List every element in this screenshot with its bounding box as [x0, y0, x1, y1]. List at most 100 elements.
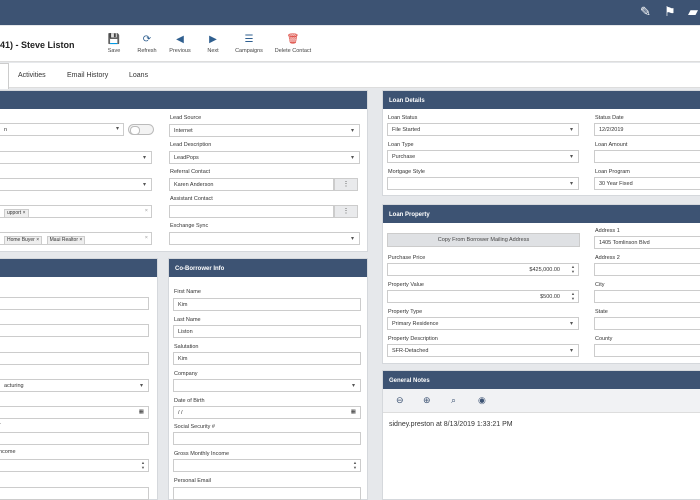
purchase-price-label: Purchase Price	[388, 255, 426, 261]
purchase-price-stepper[interactable]: ▲ ▼	[571, 264, 575, 274]
city-input[interactable]	[594, 290, 700, 303]
flag-icon[interactable]: ⚑	[664, 5, 676, 19]
property-description-select[interactable]: SFR-Detached	[387, 344, 579, 357]
add-note-button[interactable]: ⊕	[423, 396, 431, 405]
loan-program-value: 30 Year Fixed	[599, 181, 633, 187]
borrower-first-name-input[interactable]	[0, 297, 149, 310]
contact-tags-2[interactable]: Home Buyer × Maui Realtor × ×	[0, 232, 152, 245]
loan-program-input[interactable]: 30 Year Fixed	[594, 177, 700, 190]
loan-property-panel: Loan Property Copy From Borrower Mailing…	[382, 204, 700, 364]
calendar-icon[interactable]: ▦	[351, 409, 356, 415]
contact-toggle[interactable]	[128, 124, 154, 135]
clear-icon[interactable]: ×	[145, 235, 148, 241]
borrower-ssn-input[interactable]	[0, 432, 149, 445]
borrower-info-panel: acturing ▦ r ncome ▲▼	[0, 258, 158, 500]
county-label: County	[595, 336, 613, 342]
close-icon[interactable]: ×	[79, 237, 82, 243]
referral-contact-input[interactable]: Karen Anderson	[169, 178, 334, 191]
tab-activities[interactable]: Activities	[18, 72, 46, 79]
assistant-contact-input[interactable]	[169, 205, 334, 218]
chevron-down-icon[interactable]: ▼	[571, 296, 575, 301]
coborrower-last-name-input[interactable]: Liston	[173, 325, 361, 338]
clear-icon[interactable]: ×	[145, 208, 148, 214]
close-icon[interactable]: ×	[23, 210, 26, 216]
assistant-contact-lookup-button[interactable]: ⋮	[334, 205, 358, 218]
coborrower-company-label: Company	[174, 371, 198, 377]
close-icon[interactable]: ×	[36, 237, 39, 243]
address2-input[interactable]	[594, 263, 700, 276]
next-label: Next	[207, 48, 219, 54]
loan-type-value: Purchase	[392, 154, 416, 160]
address1-input[interactable]: 1405 Tomlinson Blvd	[594, 236, 700, 249]
calendar-icon[interactable]: ▦	[139, 409, 144, 415]
record-toolbar: 41) - Steve Liston 💾 Save ⟳ Refresh ◀ Pr…	[0, 26, 700, 62]
coborrower-dob-value: / /	[178, 410, 183, 416]
user-icon[interactable]: ◉	[478, 396, 486, 405]
lead-source-select[interactable]: Internet	[169, 124, 360, 137]
purchase-price-input[interactable]: $425,000.00 ▲ ▼	[387, 263, 579, 276]
search-icon[interactable]: ⌕	[451, 396, 456, 405]
next-button[interactable]: ▶ Next	[204, 34, 222, 54]
tab-loans[interactable]: Loans	[129, 72, 148, 79]
delete-contact-button[interactable]: 🗑 Delete Contact	[274, 34, 312, 54]
coborrower-email-input[interactable]	[173, 487, 361, 500]
save-button[interactable]: 💾 Save	[106, 34, 122, 54]
coborrower-first-name-input[interactable]: Kim	[173, 298, 361, 311]
borrower-income-input[interactable]: ▲ ▼	[0, 459, 149, 472]
loan-type-select[interactable]: Purchase	[387, 150, 579, 163]
lead-description-select[interactable]: LeadPops	[169, 151, 360, 164]
state-input[interactable]	[594, 317, 700, 330]
loan-status-select[interactable]: File Started	[387, 123, 579, 136]
coborrower-income-stepper[interactable]: ▲ ▼	[353, 460, 357, 470]
assistant-contact-label: Assistant Contact	[170, 196, 213, 202]
chevron-down-icon[interactable]: ▼	[571, 269, 575, 274]
campaigns-button[interactable]: ☰ Campaigns	[234, 34, 264, 54]
tab-email-history[interactable]: Email History	[67, 72, 108, 79]
coborrower-ssn-input[interactable]	[173, 432, 361, 445]
tag-chip[interactable]: Maui Realtor ×	[46, 236, 86, 244]
borrower-email-input[interactable]	[0, 487, 149, 500]
tab-contact-active[interactable]	[0, 63, 9, 89]
chevron-down-icon[interactable]: ▼	[141, 465, 145, 470]
property-value-input[interactable]: $500.00 ▲ ▼	[387, 290, 579, 303]
loan-details-header: Loan Details	[383, 91, 700, 109]
status-date-input[interactable]: 12/2/2019	[594, 123, 700, 136]
status-date-value: 12/2/2019	[599, 127, 624, 133]
coborrower-company-select[interactable]	[173, 379, 361, 392]
loan-amount-input[interactable]	[594, 150, 700, 163]
exchange-sync-label: Exchange Sync	[170, 223, 209, 229]
tag-chip[interactable]: upport ×	[4, 209, 29, 217]
previous-button[interactable]: ◀ Previous	[168, 34, 192, 54]
loan-program-label: Loan Program	[595, 169, 630, 175]
borrower-dob-input[interactable]: ▦	[0, 406, 149, 419]
borrower-last-name-input[interactable]	[0, 324, 149, 337]
property-value-stepper[interactable]: ▲ ▼	[571, 291, 575, 301]
contact-select-2[interactable]	[0, 151, 152, 164]
borrower-salutation-input[interactable]	[0, 352, 149, 365]
exchange-sync-select[interactable]	[169, 232, 360, 245]
contact-select-3[interactable]	[0, 178, 152, 191]
property-type-select[interactable]: Primary Residence	[387, 317, 579, 330]
save-label: Save	[107, 48, 121, 54]
chevron-down-icon[interactable]: ▼	[353, 465, 357, 470]
referral-contact-lookup-button[interactable]: ⋮	[334, 178, 358, 191]
income-stepper[interactable]: ▲ ▼	[141, 460, 145, 470]
tag-chip[interactable]: Home Buyer ×	[4, 236, 43, 244]
coborrower-dob-input[interactable]: / / ▦	[173, 406, 361, 419]
contact-tags-1[interactable]: upport × ×	[0, 205, 152, 218]
mortgage-style-select[interactable]	[387, 177, 579, 190]
property-description-label: Property Description	[388, 336, 438, 342]
county-input[interactable]	[594, 344, 700, 357]
coborrower-salutation-input[interactable]: Kim	[173, 352, 361, 365]
borrower-industry-select[interactable]: acturing	[0, 379, 149, 392]
copy-from-borrower-button[interactable]: Copy From Borrower Mailing Address	[387, 233, 580, 247]
refresh-button[interactable]: ⟳ Refresh	[136, 34, 158, 54]
pen-icon[interactable]: ✎	[640, 5, 651, 19]
loan-amount-label: Loan Amount	[595, 142, 628, 148]
loan-status-label: Loan Status	[388, 115, 418, 121]
contact-field-1-caret	[0, 123, 124, 136]
chat-icon[interactable]: ▰	[688, 5, 698, 19]
collapse-note-button[interactable]: ⊖	[396, 396, 404, 405]
borrower-industry-value: acturing	[4, 383, 24, 389]
coborrower-income-input[interactable]: ▲ ▼	[173, 459, 361, 472]
